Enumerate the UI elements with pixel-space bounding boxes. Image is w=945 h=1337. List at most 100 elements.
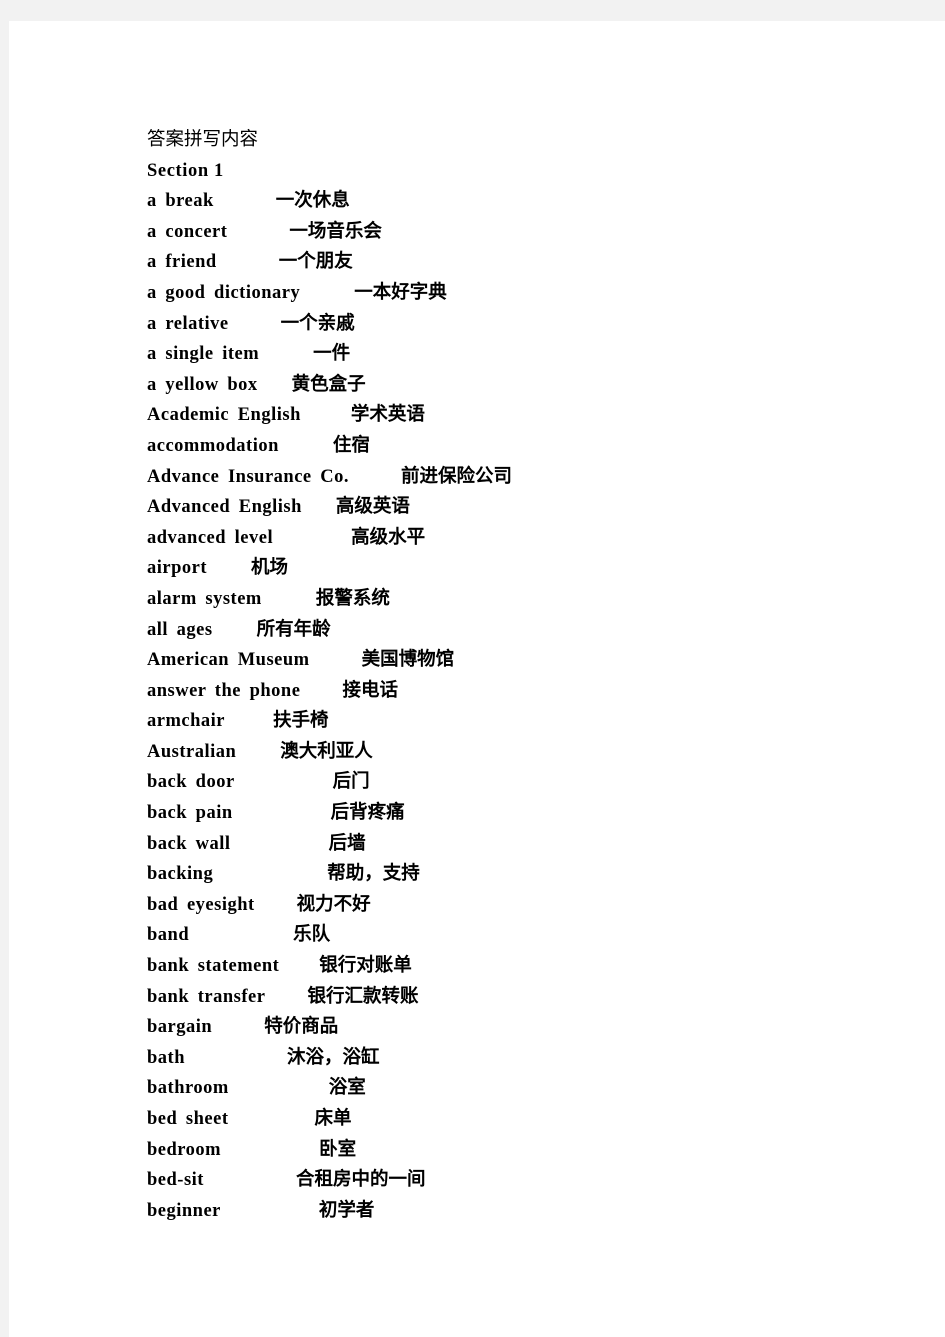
entry-term: a good dictionary: [147, 282, 301, 303]
entry-term: airport: [147, 558, 208, 579]
entry-term: a relative: [147, 313, 229, 334]
entry-gloss: 卧室: [319, 1138, 357, 1160]
entry-gloss: 后背疼痛: [330, 802, 405, 824]
entry-term: alarm system: [147, 588, 262, 609]
vocabulary-entry: advanced level 高级水平: [147, 523, 907, 554]
vocabulary-entry: a break 一次休息: [147, 186, 907, 217]
entry-term: bank transfer: [147, 986, 266, 1007]
entry-term: all ages: [147, 619, 213, 640]
entry-gloss: 住宿: [332, 434, 370, 456]
entry-gloss: 一本好字典: [354, 281, 447, 303]
entry-term: bank statement: [147, 956, 280, 977]
entry-term: a friend: [147, 252, 217, 273]
entry-term: advanced level: [147, 527, 274, 548]
entry-gloss: 扶手椅: [272, 710, 329, 732]
entry-term: back door: [147, 772, 235, 793]
entry-term: bed-sit: [147, 1170, 204, 1191]
vocabulary-entry: back door 后门: [147, 767, 907, 798]
entry-term: bad eyesight: [147, 894, 255, 915]
vocabulary-entry: a yellow box 黄色盒子: [147, 370, 907, 401]
entry-gloss: 后门: [332, 771, 370, 793]
vocabulary-entry: backing 帮助，支持: [147, 859, 907, 890]
entry-gloss: 高级英语: [335, 496, 410, 518]
entry-gloss: 合租房中的一间: [295, 1169, 426, 1191]
vocabulary-entry: bath 沐浴，浴缸: [147, 1043, 907, 1074]
entry-term: beginner: [147, 1200, 221, 1221]
entry-term: Advanced English: [147, 497, 302, 518]
entry-gloss: 一件: [313, 343, 351, 365]
vocabulary-entry: accommodation 住宿: [147, 431, 907, 462]
vocabulary-entry: armchair 扶手椅: [147, 706, 907, 737]
entry-term: Academic English: [147, 405, 301, 426]
vocabulary-entry: bank statement 银行对账单: [147, 951, 907, 982]
entry-term: answer the phone: [147, 680, 301, 701]
vocabulary-entry: bathroom 浴室: [147, 1073, 907, 1104]
entry-term: bath: [147, 1047, 185, 1068]
vocabulary-entry: back pain 后背疼痛: [147, 798, 907, 829]
entry-gloss: 机场: [251, 557, 289, 579]
vocabulary-entry: a single item 一件: [147, 339, 907, 370]
entry-gloss: 特价商品: [264, 1016, 339, 1038]
entry-gloss: 黄色盒子: [291, 373, 366, 395]
entry-gloss: 一个亲戚: [280, 312, 355, 334]
vocabulary-entry: Australian 澳大利亚人: [147, 737, 907, 768]
vocabulary-list: a break 一次休息 a concert 一场音乐会 a friend 一个朋友 a g…: [147, 186, 907, 1226]
vocabulary-entry: bank transfer 银行汇款转账: [147, 982, 907, 1013]
entry-term: bathroom: [147, 1078, 229, 1099]
entry-term: a yellow box: [147, 374, 258, 395]
entry-gloss: 后墙: [328, 832, 366, 854]
vocabulary-entry: a relative 一个亲戚: [147, 309, 907, 340]
entry-gloss: 美国博物馆: [361, 649, 455, 671]
vocabulary-entry: beginner 初学者: [147, 1196, 907, 1227]
page-title: 答案拼写内容: [147, 130, 259, 150]
section-heading: Section 1: [147, 160, 224, 181]
entry-term: back pain: [147, 803, 233, 824]
entry-term: accommodation: [147, 435, 279, 456]
entry-gloss: 一场音乐会: [289, 220, 382, 242]
document-page: 答案拼写内容 Section 1 a break 一次休息 a concert 一场音…: [9, 21, 945, 1337]
entry-term: band: [147, 925, 190, 946]
vocabulary-entry: bargain 特价商品: [147, 1012, 907, 1043]
entry-gloss: 所有年龄: [256, 618, 331, 640]
vocabulary-entry: American Museum 美国博物馆: [147, 645, 907, 676]
vocabulary-entry: a friend 一个朋友: [147, 247, 907, 278]
vocabulary-entry: a concert 一场音乐会: [147, 217, 907, 248]
entry-term: armchair: [147, 711, 225, 732]
vocabulary-entry: Academic English 学术英语: [147, 400, 907, 431]
vocabulary-entry: Advance Insurance Co. 前进保险公司: [147, 462, 907, 493]
entry-gloss: 接电话: [342, 679, 398, 701]
vocabulary-entry: all ages 所有年龄: [147, 615, 907, 646]
entry-gloss: 学术英语: [350, 404, 425, 426]
entry-term: bargain: [147, 1017, 213, 1038]
vocabulary-entry: bed sheet 床单: [147, 1104, 907, 1135]
entry-gloss: 视力不好: [296, 893, 371, 915]
entry-term: Australian: [147, 741, 237, 762]
entry-gloss: 银行对账单: [319, 955, 412, 977]
entry-gloss: 一个朋友: [278, 251, 353, 273]
vocabulary-entry: alarm system 报警系统: [147, 584, 907, 615]
entry-term: a single item: [147, 344, 260, 365]
vocabulary-entry: bedroom 卧室: [147, 1135, 907, 1166]
entry-gloss: 床单: [314, 1108, 352, 1129]
vocabulary-entry: Advanced English 高级英语: [147, 492, 907, 523]
entry-gloss: 前进保险公司: [401, 465, 513, 487]
vocabulary-entry: airport 机场: [147, 553, 907, 584]
vocabulary-entry: back wall 后墙: [147, 829, 907, 860]
entry-term: back wall: [147, 833, 231, 854]
entry-gloss: 帮助，支持: [327, 863, 420, 885]
entry-term: bedroom: [147, 1139, 222, 1160]
entry-gloss: 一次休息: [275, 190, 350, 212]
document-body: 答案拼写内容 Section 1 a break 一次休息 a concert 一场音…: [147, 125, 907, 1226]
vocabulary-entry: bad eyesight 视力不好: [147, 890, 907, 921]
entry-gloss: 初学者: [318, 1199, 375, 1221]
vocabulary-entry: bed-sit 合租房中的一间: [147, 1165, 907, 1196]
entry-gloss: 沐浴，浴缸: [287, 1046, 380, 1068]
entry-gloss: 报警系统: [315, 587, 390, 609]
vocabulary-entry: answer the phone 接电话: [147, 676, 907, 707]
entry-term: Advance Insurance Co.: [147, 466, 349, 487]
entry-term: a concert: [147, 221, 228, 242]
entry-gloss: 乐队: [293, 924, 331, 946]
entry-gloss: 澳大利亚人: [280, 740, 373, 762]
entry-gloss: 高级水平: [351, 526, 426, 548]
vocabulary-entry: band 乐队: [147, 920, 907, 951]
